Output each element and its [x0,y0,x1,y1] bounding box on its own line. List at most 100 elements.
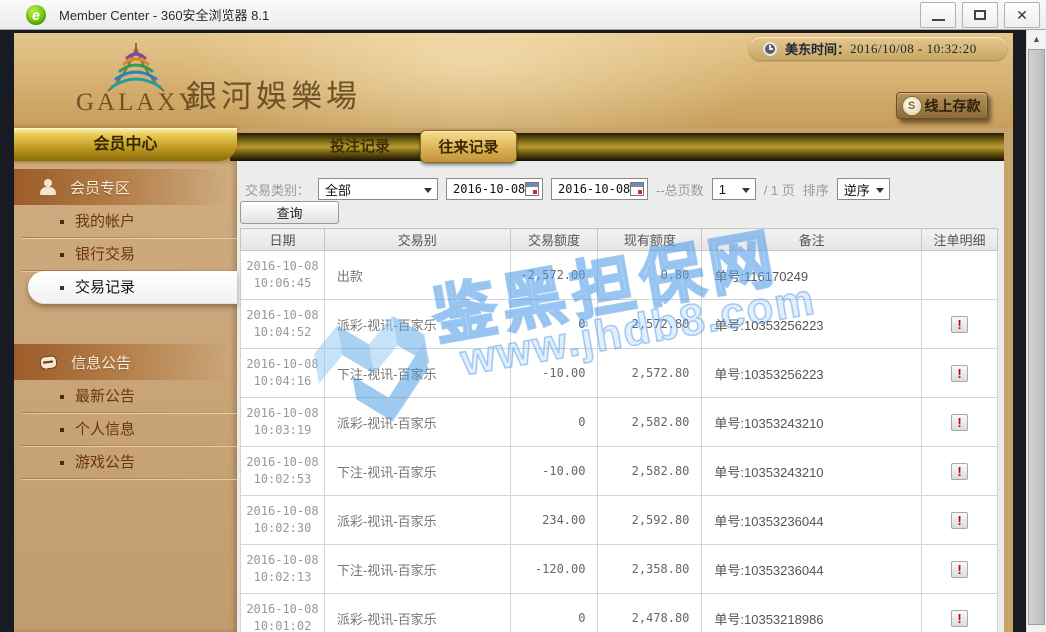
logo-galaxy-text: GALAXY [76,89,196,117]
order-detail-icon[interactable]: ! [951,365,968,382]
cell-amount: 0 [510,300,598,349]
transaction-type-select[interactable]: 全部 [318,178,438,200]
cell-transaction-type: 派彩-视讯-百家乐 [324,496,510,545]
table-row: 2016-10-0810:02:30派彩-视讯-百家乐234.002,592.8… [241,496,998,545]
calendar-icon[interactable] [630,182,644,196]
chevron-down-icon [424,188,432,197]
close-button[interactable]: ✕ [1004,2,1040,28]
window-title: Member Center - 360安全浏览器 8.1 [59,5,269,24]
cell-balance: 0.80 [598,251,702,300]
total-pages-label: --总页数 [656,180,704,199]
sidebar-item-label: 交易记录 [75,279,135,296]
cell-order-detail: ! [922,398,998,447]
cell-amount: -10.00 [510,349,598,398]
cell-transaction-type: 出款 [324,251,510,300]
table-row: 2016-10-0810:04:16下注-视讯-百家乐-10.002,572.8… [241,349,998,398]
bullet-icon [60,395,64,399]
sidebar-section-member: 会员专区 [14,169,237,205]
browser-window: e Member Center - 360安全浏览器 8.1 ✕ [0,0,1046,632]
sidebar-item-transaction-records[interactable]: 交易记录 [28,271,237,304]
sort-select[interactable]: 逆序 [837,178,890,200]
maximize-icon [974,10,986,20]
cell-transaction-type: 派彩-视讯-百家乐 [324,300,510,349]
table-header-row: 日期 交易别 交易额度 现有额度 备注 注单明细 [241,229,998,251]
cell-amount: 0 [510,594,598,632]
sidebar-section-announcements: 信息公告 [14,344,237,380]
online-deposit-button[interactable]: S 线上存款 [896,92,988,119]
cell-date: 2016-10-0810:04:16 [241,349,325,398]
cell-date: 2016-10-0810:03:19 [241,398,325,447]
cell-note: 单号:10353256223 [702,300,922,349]
cell-date: 2016-10-0810:06:45 [241,251,325,300]
maximize-button[interactable] [962,2,998,28]
cell-balance: 2,582.80 [598,398,702,447]
cell-balance: 2,478.80 [598,594,702,632]
order-detail-icon[interactable]: ! [951,316,968,333]
date-to-input[interactable]: 2016-10-08 [551,178,648,200]
date-to-value: 2016-10-08 [558,182,630,196]
online-deposit-label: 线上存款 [925,96,981,116]
sidebar-item-latest-announcements[interactable]: 最新公告 [14,380,237,413]
cell-date: 2016-10-0810:01:02 [241,594,325,632]
scrollbar-thumb[interactable] [1028,49,1045,625]
cell-balance: 2,572.80 [598,349,702,398]
scrollbar[interactable]: ▲ [1026,30,1046,632]
sidebar-item-bank-transactions[interactable]: 银行交易 [14,238,237,271]
sidebar-item-label: 个人信息 [75,421,135,438]
sidebar-item-my-account[interactable]: 我的帐户 [14,205,237,238]
order-detail-icon[interactable]: ! [951,463,968,480]
galaxy-logo: GALAXY [76,41,196,117]
bullet-icon [60,286,64,290]
sidebar-item-personal-messages[interactable]: 个人信息 [14,413,237,446]
date-from-input[interactable]: 2016-10-08 [446,178,543,200]
cell-date: 2016-10-0810:02:53 [241,447,325,496]
cell-transaction-type: 派彩-视讯-百家乐 [324,398,510,447]
titlebar: e Member Center - 360安全浏览器 8.1 ✕ [0,0,1046,30]
minimize-button[interactable] [920,2,956,28]
order-detail-icon[interactable]: ! [951,512,968,529]
scroll-up-icon[interactable]: ▲ [1027,30,1046,48]
table-row: 2016-10-0810:03:19派彩-视讯-百家乐02,582.80单号:1… [241,398,998,447]
table-row: 2016-10-0810:06:45出款-2,572.000.80单号:1161… [241,251,998,300]
col-header-date: 日期 [241,229,325,251]
tab-bet-records[interactable]: 投注记录 [325,133,395,161]
site-name: 銀河娛樂場 [186,71,361,116]
bullet-icon [60,461,64,465]
date-from-value: 2016-10-08 [453,182,525,196]
order-detail-icon[interactable]: ! [951,610,968,627]
cell-note: 单号:10353256223 [702,349,922,398]
user-icon [40,179,56,195]
browser-360-icon: e [26,5,46,25]
cell-transaction-type: 派彩-视讯-百家乐 [324,594,510,632]
cell-transaction-type: 下注-视讯-百家乐 [324,447,510,496]
cell-note: 单号:10353243210 [702,447,922,496]
col-header-amount: 交易额度 [510,229,598,251]
sidebar-section-label: 会员专区 [70,177,130,198]
bullet-icon [60,428,64,432]
server-time: 美东时间： 2016/10/08 - 10:32:20 [749,37,1007,60]
page-background: GALAXY 銀河娛樂場 美东时间： 2016/10/08 - 10:32:20… [0,30,1046,632]
order-detail-icon[interactable]: ! [951,561,968,578]
transactions-table: 日期 交易别 交易额度 现有额度 备注 注单明细 2016-10-0810:06… [240,228,998,632]
cell-order-detail: ! [922,545,998,594]
order-detail-icon[interactable]: ! [951,414,968,431]
calendar-icon[interactable] [525,182,539,196]
cell-balance: 2,572.80 [598,300,702,349]
minimize-icon [932,19,945,21]
table-row: 2016-10-0810:02:53下注-视讯-百家乐-10.002,582.8… [241,447,998,496]
table-row: 2016-10-0810:04:52派彩-视讯-百家乐02,572.80单号:1… [241,300,998,349]
sidebar-item-label: 游戏公告 [75,454,135,471]
cell-transaction-type: 下注-视讯-百家乐 [324,545,510,594]
sidebar-item-game-announcements[interactable]: 游戏公告 [14,446,237,479]
col-header-note: 备注 [702,229,922,251]
close-icon: ✕ [1016,8,1028,22]
page-select[interactable]: 1 [712,178,756,200]
col-header-type: 交易别 [324,229,510,251]
cell-date: 2016-10-0810:04:52 [241,300,325,349]
bullet-icon [60,253,64,257]
bullet-icon [60,220,64,224]
tab-transaction-records[interactable]: 往来记录 [420,130,517,163]
server-time-label: 美东时间： [785,39,850,58]
sort-select-value: 逆序 [844,180,870,199]
query-button[interactable]: 查询 [240,201,339,224]
